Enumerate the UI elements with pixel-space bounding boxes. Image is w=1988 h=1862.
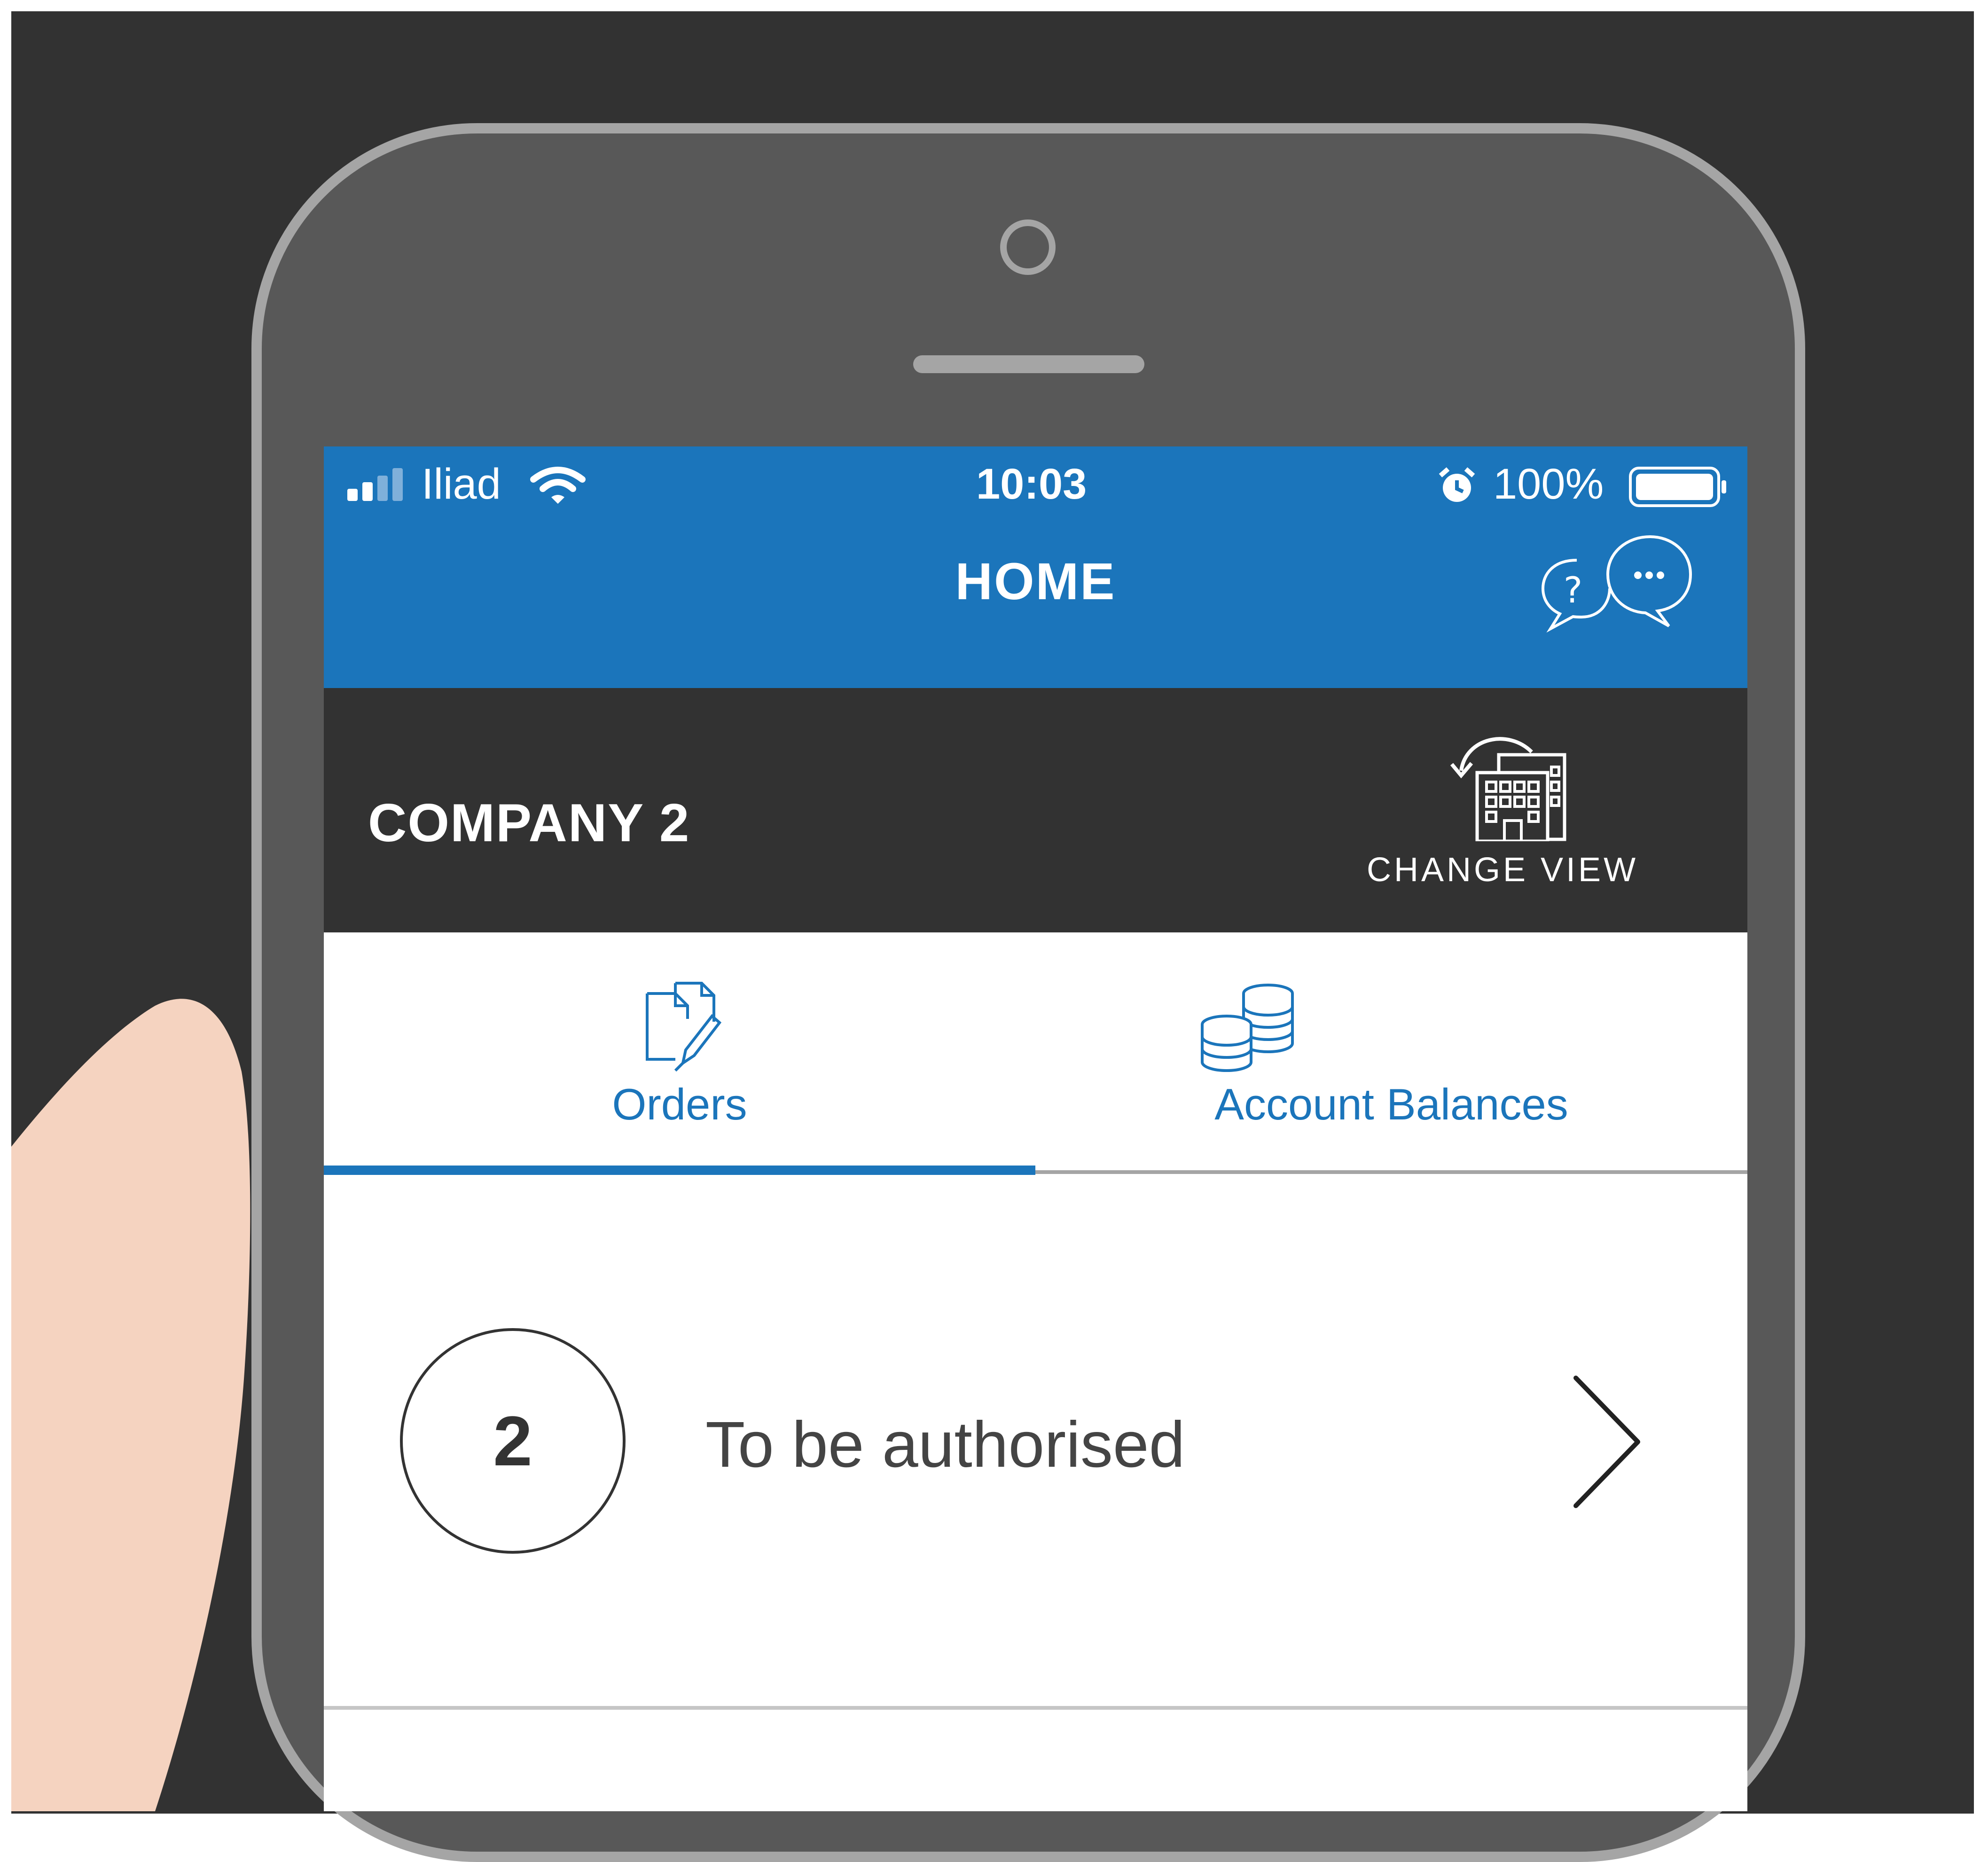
list-divider [324,1706,1747,1710]
company-name: COMPANY 2 [368,793,690,853]
tab-account-balances-label: Account Balances [1214,1080,1568,1129]
change-view-label: CHANGE VIEW [1366,851,1639,889]
status-bar: Iliad 10:03 100% [324,446,1747,524]
carrier-name: Iliad [422,460,501,508]
app-header: HOME ? [324,524,1747,688]
front-camera [1000,219,1056,275]
count-badge: 2 [400,1328,626,1554]
wifi-icon [530,467,586,504]
company-bar: COMPANY 2 CHANGE VIEW [324,688,1747,932]
tab-account-balances[interactable]: Account Balances [1035,932,1747,1177]
list-item-label: To be authorised [705,1408,1185,1481]
battery-icon [1629,467,1726,507]
list-item[interactable]: 2 To be authorised [324,1177,1747,1708]
active-tab-indicator [324,1166,1035,1175]
battery-percent: 100% [1493,460,1604,508]
signal-icon [347,468,403,501]
orders-document-icon [646,982,722,1072]
change-view-button[interactable]: CHANGE VIEW [1333,716,1672,914]
svg-text:?: ? [1564,569,1582,611]
page-title: HOME [955,553,1116,610]
chat-icon[interactable] [1601,533,1700,632]
chevron-right-icon [1573,1376,1640,1508]
tab-bar: Orders Account Balances [324,932,1747,1177]
tab-orders-label: Orders [612,1080,747,1129]
alarm-icon [1439,467,1475,502]
app-screen: Iliad 10:03 100% HOME ? COMPANY 2 CHANGE… [324,446,1747,1811]
clock-time: 10:03 [976,460,1087,508]
earpiece-speaker [913,355,1144,373]
coins-stack-icon [1201,984,1294,1072]
building-switch-icon [1450,737,1566,841]
tab-orders[interactable]: Orders [324,932,1035,1177]
